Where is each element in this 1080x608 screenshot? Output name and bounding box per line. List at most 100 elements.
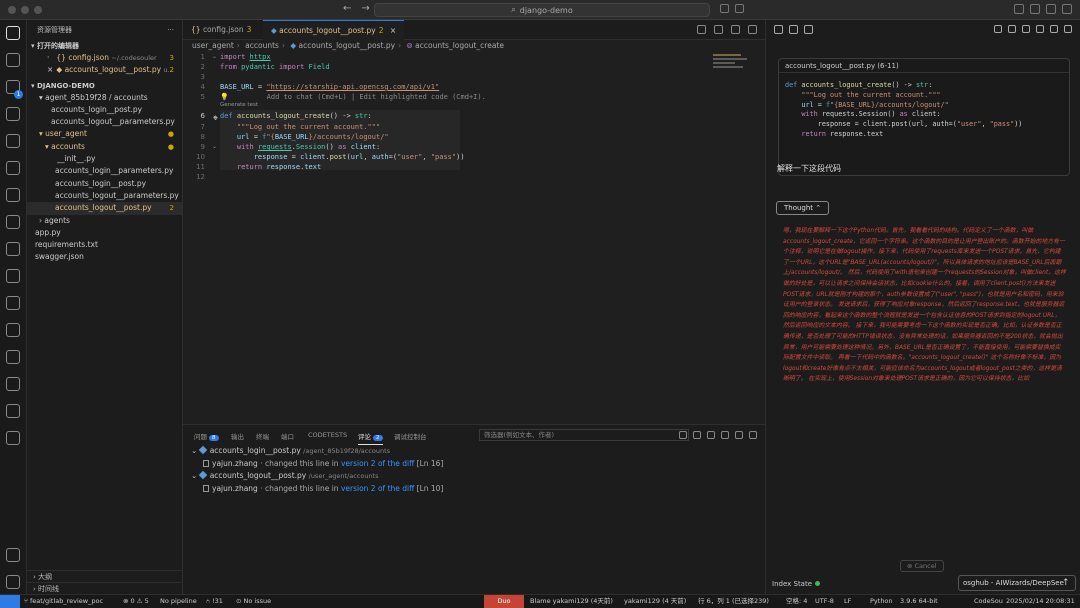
tab-config-json[interactable]: {} config.json 3 <box>183 20 259 40</box>
more-actions-icon[interactable] <box>721 431 729 439</box>
codelens-generate-test[interactable]: Generate test <box>220 102 258 108</box>
language-mode[interactable]: Python <box>870 595 893 608</box>
thought-toggle-button[interactable]: Thought ⌃ <box>776 201 830 215</box>
more-actions-icon[interactable] <box>1050 25 1058 33</box>
comment-thread-row[interactable]: yajun.zhang · changed this line in versi… <box>183 458 765 471</box>
open-editor-item[interactable]: × ◆ accounts_logout__post.py u... 2 <box>27 64 182 76</box>
tree-file-item[interactable]: accounts_login__post.py <box>27 104 182 116</box>
tab-terminal[interactable]: 终端 <box>256 431 269 441</box>
remote-explorer-icon[interactable] <box>6 161 20 175</box>
gitlab-icon[interactable] <box>6 242 20 256</box>
tree-file-item[interactable]: app.py <box>27 227 182 239</box>
pipeline-status[interactable]: No pipeline <box>160 595 197 608</box>
compare-icon[interactable] <box>714 25 723 34</box>
breadcrumb-item[interactable]: accounts_logout_create <box>415 41 504 50</box>
end-of-line[interactable]: LF <box>844 595 851 608</box>
send-arrow-icon[interactable]: ↑ <box>1062 578 1070 588</box>
close-icon[interactable]: × <box>47 64 54 76</box>
duo-status[interactable]: Duo <box>484 595 524 608</box>
close-icon[interactable] <box>1064 25 1072 33</box>
more-actions-icon[interactable] <box>748 25 757 34</box>
comment-file-row[interactable]: ⌄ accounts_logout__post.py /user_agent/a… <box>183 470 765 483</box>
window-controls[interactable] <box>8 5 42 14</box>
outline-section[interactable]: › 大纲 <box>27 570 183 582</box>
model-select[interactable]: osghub - AIWizards/DeepSee <box>958 575 1076 591</box>
problems-counter[interactable]: ⊗ 0 ⚠ 5 <box>123 595 149 608</box>
explorer-icon[interactable] <box>6 26 20 40</box>
tab-problems[interactable]: 问题 8 <box>194 431 219 441</box>
minimap[interactable] <box>713 54 753 72</box>
open-editors-section[interactable]: ▾ 打开的编辑器 <box>27 40 182 52</box>
toggle-secondary-sidebar-icon[interactable] <box>1046 4 1056 14</box>
comment-thread-row[interactable]: yajun.zhang · changed this line in versi… <box>183 483 765 496</box>
tree-folder-item[interactable]: › agents <box>27 215 182 227</box>
settings-gear-icon[interactable] <box>6 575 20 589</box>
author-info[interactable]: yakami129 (4 天前) <box>624 595 686 608</box>
close-icon[interactable]: × <box>390 26 396 35</box>
history-icon[interactable] <box>789 25 798 34</box>
extensions-icon[interactable] <box>6 134 20 148</box>
diff-version-link[interactable]: version 2 of the diff <box>341 484 414 493</box>
merge-request-status[interactable]: ⑃ !31 <box>206 595 223 608</box>
more-actions-icon[interactable]: ··· <box>167 26 174 34</box>
comment-file-row[interactable]: ⌄ accounts_login__post.py /agent_85b19f2… <box>183 445 765 458</box>
issue-status[interactable]: ⊙ No issue <box>236 595 271 608</box>
command-center-search[interactable]: ⌕ django-demo <box>374 3 710 17</box>
tree-file-item[interactable]: __init__.py <box>27 153 182 165</box>
python-icon[interactable] <box>6 215 20 229</box>
tab-debug-console[interactable]: 调试控制台 <box>394 431 427 441</box>
fold-icon[interactable]: ⌄ <box>212 53 217 60</box>
git-blame[interactable]: Blame yakami129 (4天前) <box>530 595 613 608</box>
account-icon[interactable] <box>6 548 20 562</box>
breadcrumb-item[interactable]: user_agent <box>192 41 234 50</box>
collapse-all-icon[interactable] <box>707 431 715 439</box>
tree-file-item[interactable]: accounts_logout__parameters.py <box>27 190 182 202</box>
pipeline-icon[interactable] <box>6 350 20 364</box>
run-debug-icon[interactable] <box>6 107 20 121</box>
forward-arrow-icon[interactable]: → <box>361 3 369 14</box>
maximize-panel-icon[interactable] <box>735 431 743 439</box>
new-chat-icon[interactable] <box>994 25 1002 33</box>
comments-filter-input[interactable]: 筛选器(例如文本、作者) <box>479 429 689 441</box>
timeline-section[interactable]: › 时间线 <box>27 582 183 594</box>
tree-file-item[interactable]: requirements.txt <box>27 239 182 251</box>
tree-file-item[interactable]: accounts_login__post.py <box>27 178 182 190</box>
docker-icon[interactable] <box>6 323 20 337</box>
external-link-icon[interactable] <box>1022 25 1030 33</box>
breadcrumb-item[interactable]: accounts_logout__post.py <box>299 41 396 50</box>
tree-file-item[interactable]: accounts_logout__parameters.py <box>27 116 182 128</box>
testing-icon[interactable] <box>6 188 20 202</box>
codesouler-status[interactable]: CodeSou <box>974 595 1003 608</box>
database-icon[interactable] <box>6 296 20 310</box>
git-branch[interactable]: ⑂ feat/gitlab_review_poc <box>24 595 103 608</box>
tree-file-item[interactable]: accounts_login__parameters.py <box>27 165 182 177</box>
open-editor-item[interactable]: · {} config.json ~/.codesouler 3 <box>27 52 182 64</box>
search-icon[interactable] <box>6 53 20 67</box>
test-explorer-icon[interactable] <box>6 404 20 418</box>
codesouler-icon[interactable] <box>6 377 20 391</box>
back-arrow-icon[interactable]: ← <box>343 3 351 14</box>
close-icon[interactable] <box>749 431 757 439</box>
lightbulb-icon[interactable]: 💡 <box>220 93 229 101</box>
tab-codetests[interactable]: CODETESTS <box>308 431 347 439</box>
chat-bubble-icon[interactable] <box>804 25 813 34</box>
run-icon[interactable] <box>697 25 706 34</box>
toggle-panel-icon[interactable] <box>1030 4 1040 14</box>
chat-icon[interactable] <box>735 4 744 13</box>
tab-ports[interactable]: 端口 <box>281 431 294 441</box>
tree-folder-item[interactable]: ▾ agent_85b19f28 / accounts <box>27 92 182 104</box>
indentation[interactable]: 空格: 4 <box>786 595 807 608</box>
tree-folder-item[interactable]: ▾ accounts ● <box>27 141 182 153</box>
remote-indicator-icon[interactable] <box>0 595 20 608</box>
split-editor-icon[interactable] <box>731 25 740 34</box>
project-section[interactable]: ▾ DJANGO-DEMO <box>27 80 182 92</box>
cancel-button[interactable]: ⊗ Cancel <box>900 560 944 572</box>
tree-folder-item[interactable]: ▾ user_agent ● <box>27 128 182 140</box>
fold-icon[interactable]: ⌄ <box>212 143 217 150</box>
tab-comments[interactable]: 评论 2 <box>358 431 383 445</box>
tab-output[interactable]: 输出 <box>231 431 244 441</box>
encoding[interactable]: UTF-8 <box>815 595 834 608</box>
tree-file-item-selected[interactable]: accounts_logout__post.py 2 <box>27 202 182 215</box>
history-icon[interactable] <box>1008 25 1016 33</box>
github-icon[interactable] <box>6 431 20 445</box>
